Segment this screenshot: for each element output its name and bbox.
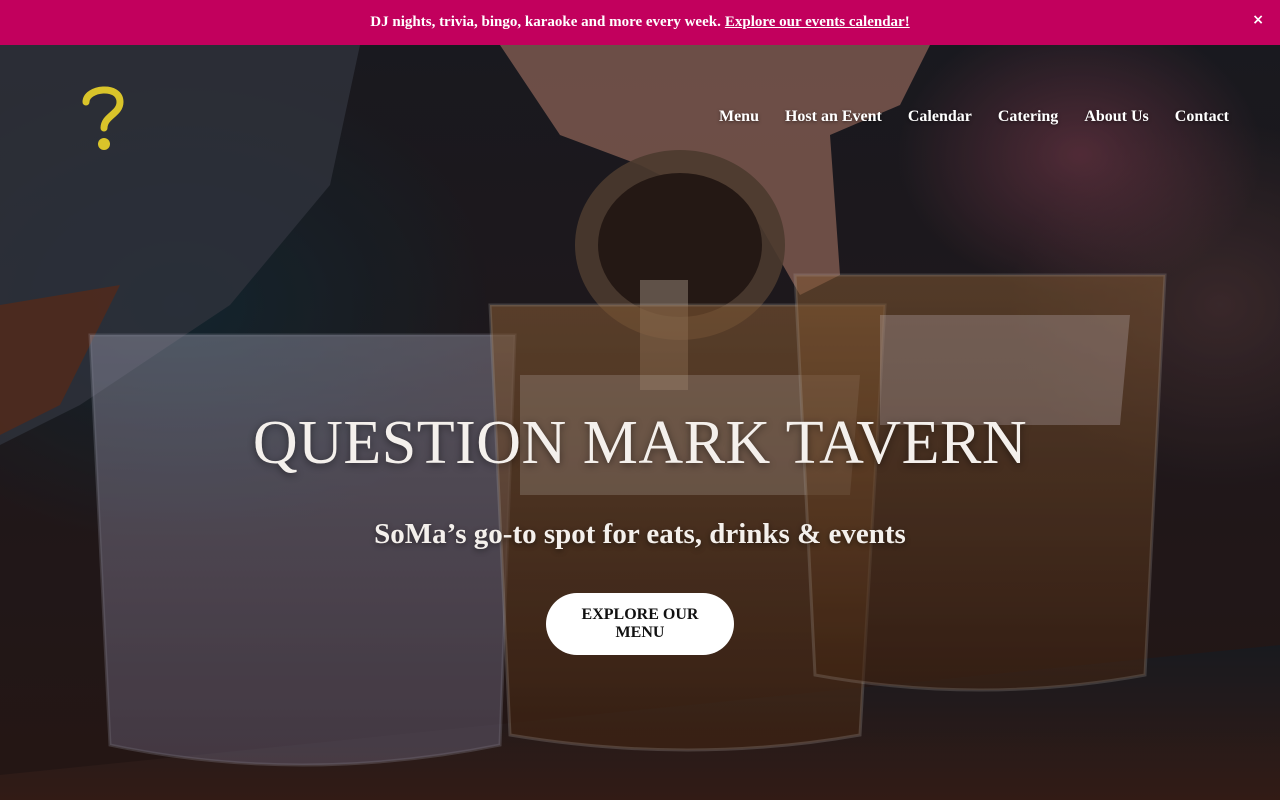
explore-menu-button[interactable]: EXPLORE OUR MENU [546,593,734,655]
page: DJ nights, trivia, bingo, karaoke and mo… [0,0,1280,800]
explore-menu-button-label: EXPLORE OUR MENU [581,606,699,641]
nav-item-catering[interactable]: Catering [998,108,1058,126]
events-calendar-link[interactable]: Explore our events calendar! [725,14,910,31]
hero-subtitle: SoMa’s go-to spot for eats, drinks & eve… [374,518,906,550]
main-nav: Menu Host an Event Calendar Catering Abo… [719,108,1229,126]
question-mark-logo-icon[interactable] [78,82,128,154]
hero-title: QUESTION MARK TAVERN [252,409,1028,477]
close-icon[interactable]: × [1252,12,1264,28]
nav-item-calendar[interactable]: Calendar [908,108,972,126]
announcement-text: DJ nights, trivia, bingo, karaoke and mo… [370,14,721,30]
announcement-bar: DJ nights, trivia, bingo, karaoke and mo… [0,0,1280,45]
nav-item-host-an-event[interactable]: Host an Event [785,108,882,126]
nav-item-about-us[interactable]: About Us [1084,108,1148,126]
nav-item-contact[interactable]: Contact [1175,108,1229,126]
nav-item-menu[interactable]: Menu [719,108,759,126]
